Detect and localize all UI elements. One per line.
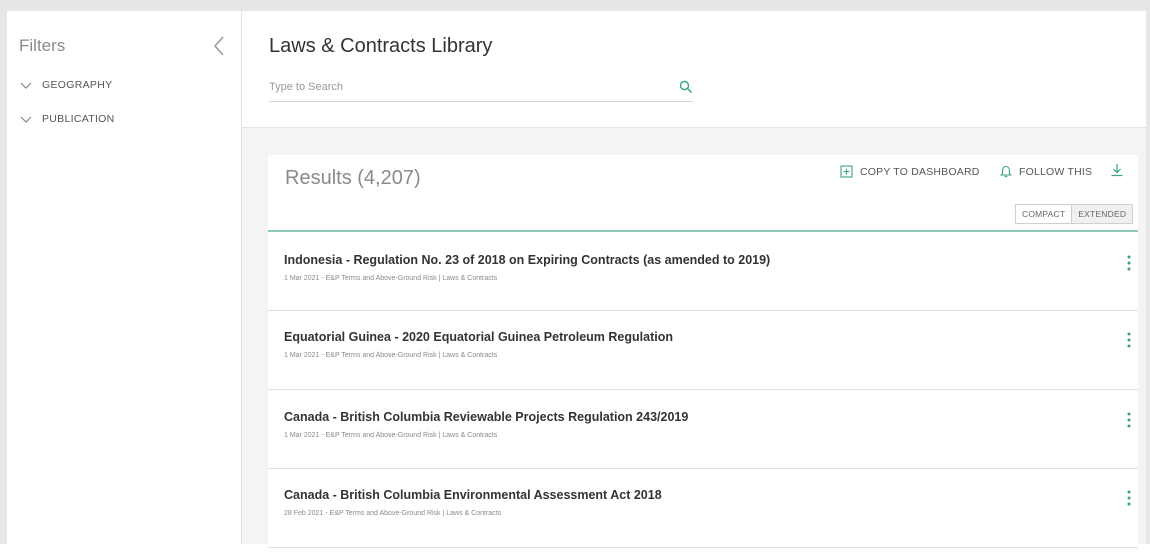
download-icon [1111, 164, 1123, 177]
follow-this-button[interactable]: FOLLOW THIS [1000, 165, 1092, 178]
result-meta: 1 Mar 2021 - E&P Terms and Above-Ground … [284, 432, 498, 439]
result-row: Equatorial Guinea - 2020 Equatorial Guin… [268, 311, 1138, 390]
result-meta: 1 Mar 2021 - E&P Terms and Above-Ground … [284, 352, 498, 359]
result-title-link[interactable]: Equatorial Guinea - 2020 Equatorial Guin… [284, 330, 673, 344]
result-title-link[interactable]: Indonesia - Regulation No. 23 of 2018 on… [284, 253, 770, 267]
view-extended-option[interactable]: EXTENDED [1071, 205, 1133, 223]
results-panel: Results (4,207) COPY TO DASHBOARD FOLLOW… [268, 155, 1138, 555]
copy-to-dashboard-label: COPY TO DASHBOARD [860, 165, 980, 178]
results-title: Results (4,207) [285, 167, 421, 189]
result-meta: 28 Feb 2021 - E&P Terms and Above-Ground… [284, 510, 502, 517]
search-icon[interactable] [679, 80, 693, 94]
result-title-link[interactable]: Canada - British Columbia Reviewable Pro… [284, 410, 688, 424]
top-band [0, 0, 1150, 11]
view-toggle: COMPACT EXTENDED [1015, 204, 1134, 224]
result-row: Canada - British Columbia Environmental … [268, 469, 1138, 548]
chevron-down-icon [20, 116, 32, 123]
result-row: Canada - British Columbia Reviewable Pro… [268, 390, 1138, 469]
view-compact-option[interactable]: COMPACT [1016, 205, 1071, 223]
kebab-menu-icon[interactable] [1124, 410, 1134, 430]
library-header: Laws & Contracts Library [242, 11, 1146, 128]
kebab-menu-icon[interactable] [1124, 488, 1134, 508]
plus-square-icon [840, 165, 853, 178]
result-title-link[interactable]: Canada - British Columbia Environmental … [284, 488, 662, 502]
result-meta: 1 Mar 2021 - E&P Terms and Above-Ground … [284, 275, 498, 282]
filters-sidebar: Filters GEOGRAPHY PUBLICATION [7, 11, 242, 544]
result-row: Indonesia - Regulation No. 23 of 2018 on… [268, 232, 1138, 311]
kebab-menu-icon[interactable] [1124, 330, 1134, 350]
filter-geography-label: GEOGRAPHY [42, 79, 113, 91]
copy-to-dashboard-button[interactable]: COPY TO DASHBOARD [840, 165, 980, 178]
filter-geography[interactable]: GEOGRAPHY [19, 79, 112, 91]
filter-publication[interactable]: PUBLICATION [19, 113, 115, 125]
collapse-sidebar-button[interactable] [210, 33, 230, 59]
main-content: Laws & Contracts Library Results (4,207)… [242, 11, 1146, 555]
bell-icon [1000, 165, 1012, 178]
left-edge [0, 11, 7, 544]
search-bar [269, 75, 693, 102]
follow-this-label: FOLLOW THIS [1019, 165, 1093, 178]
chevron-left-icon [213, 36, 224, 56]
filters-title: Filters [19, 36, 66, 55]
right-edge [1146, 11, 1150, 544]
kebab-menu-icon[interactable] [1124, 253, 1134, 273]
download-button[interactable] [1110, 162, 1124, 183]
page-title: Laws & Contracts Library [269, 35, 493, 57]
search-input[interactable] [269, 75, 664, 99]
chevron-down-icon [20, 82, 32, 89]
filter-publication-label: PUBLICATION [42, 113, 115, 125]
